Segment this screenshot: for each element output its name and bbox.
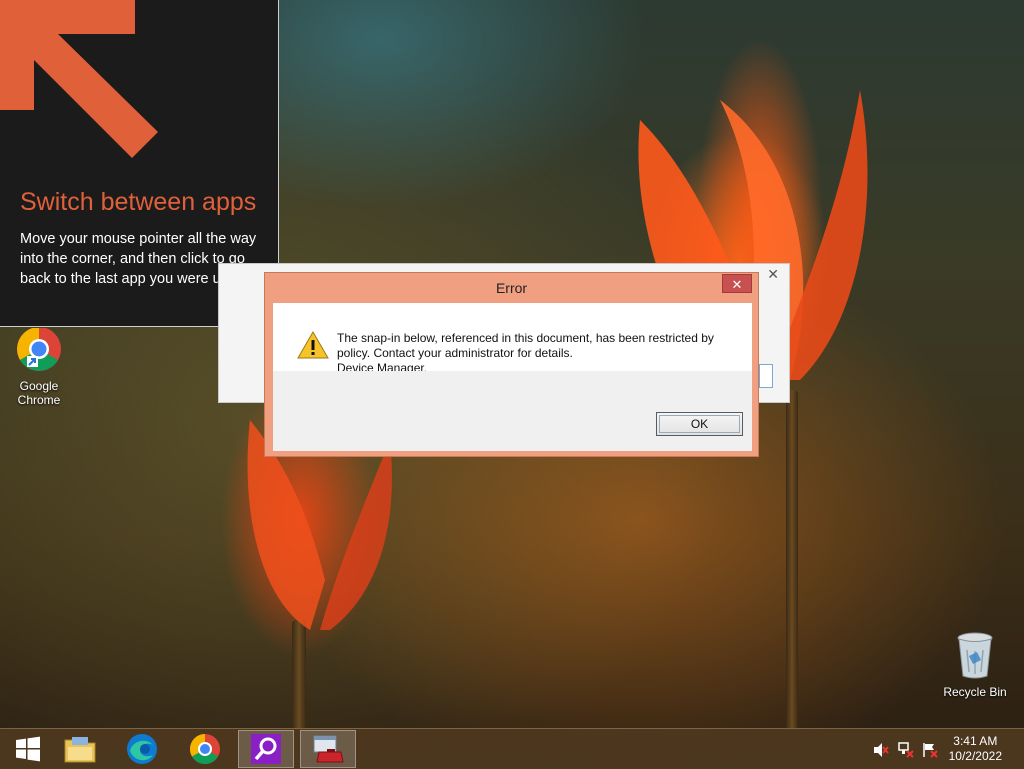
taskbar-chrome[interactable] <box>177 730 233 768</box>
dialog-message: The snap-in below, referenced in this do… <box>337 331 737 376</box>
dialog-message-line: The snap-in below, referenced in this do… <box>337 331 714 360</box>
desktop-icon-google-chrome[interactable]: Google Chrome <box>4 327 74 407</box>
recycle-bin-icon <box>957 632 993 679</box>
system-clock[interactable]: 3:41 AM 10/2/2022 <box>949 734 1002 764</box>
flower-stem <box>786 390 798 730</box>
taskbar-file-explorer[interactable] <box>52 730 108 768</box>
dialog-close-button[interactable]: ✕ <box>722 274 752 293</box>
dialog-footer: OK <box>273 371 752 451</box>
dialog-content: The snap-in below, referenced in this do… <box>273 303 752 375</box>
background-window-field <box>759 364 773 388</box>
error-dialog: Error ✕ The snap-in below, referenced in… <box>264 272 759 457</box>
taskbar-edge[interactable] <box>114 730 170 768</box>
desktop-icon-recycle-bin[interactable]: Recycle Bin <box>940 630 1010 699</box>
warning-icon <box>297 331 329 359</box>
desktop-icon-label: Recycle Bin <box>943 685 1007 699</box>
volume-muted-icon[interactable] <box>873 742 889 758</box>
windows-logo-icon <box>16 736 40 762</box>
edge-icon <box>127 734 157 764</box>
dialog-title: Error <box>495 280 528 296</box>
ok-button[interactable]: OK <box>656 412 743 436</box>
folder-icon <box>64 737 96 763</box>
chrome-icon <box>17 327 61 371</box>
background-window-close-icon[interactable]: ✕ <box>767 266 779 283</box>
desktop-icon-label: Google Chrome <box>17 379 61 407</box>
taskbar-device-manager[interactable] <box>300 730 356 768</box>
network-disconnected-icon[interactable] <box>898 742 914 758</box>
action-center-flag-icon[interactable] <box>922 742 938 758</box>
clock-date: 10/2/2022 <box>948 749 1002 763</box>
corner-arrow-icon <box>0 0 158 158</box>
clock-time: 3:41 AM <box>953 734 998 748</box>
tip-title: Switch between apps <box>20 188 257 216</box>
start-button[interactable] <box>0 730 56 768</box>
toolbox-icon <box>313 735 344 763</box>
chrome-icon <box>189 734 220 765</box>
dialog-titlebar[interactable]: Error ✕ <box>265 273 758 303</box>
taskbar-search-app[interactable] <box>238 730 294 768</box>
magnifier-icon <box>251 734 281 764</box>
taskbar: 3:41 AM 10/2/2022 <box>0 728 1024 769</box>
